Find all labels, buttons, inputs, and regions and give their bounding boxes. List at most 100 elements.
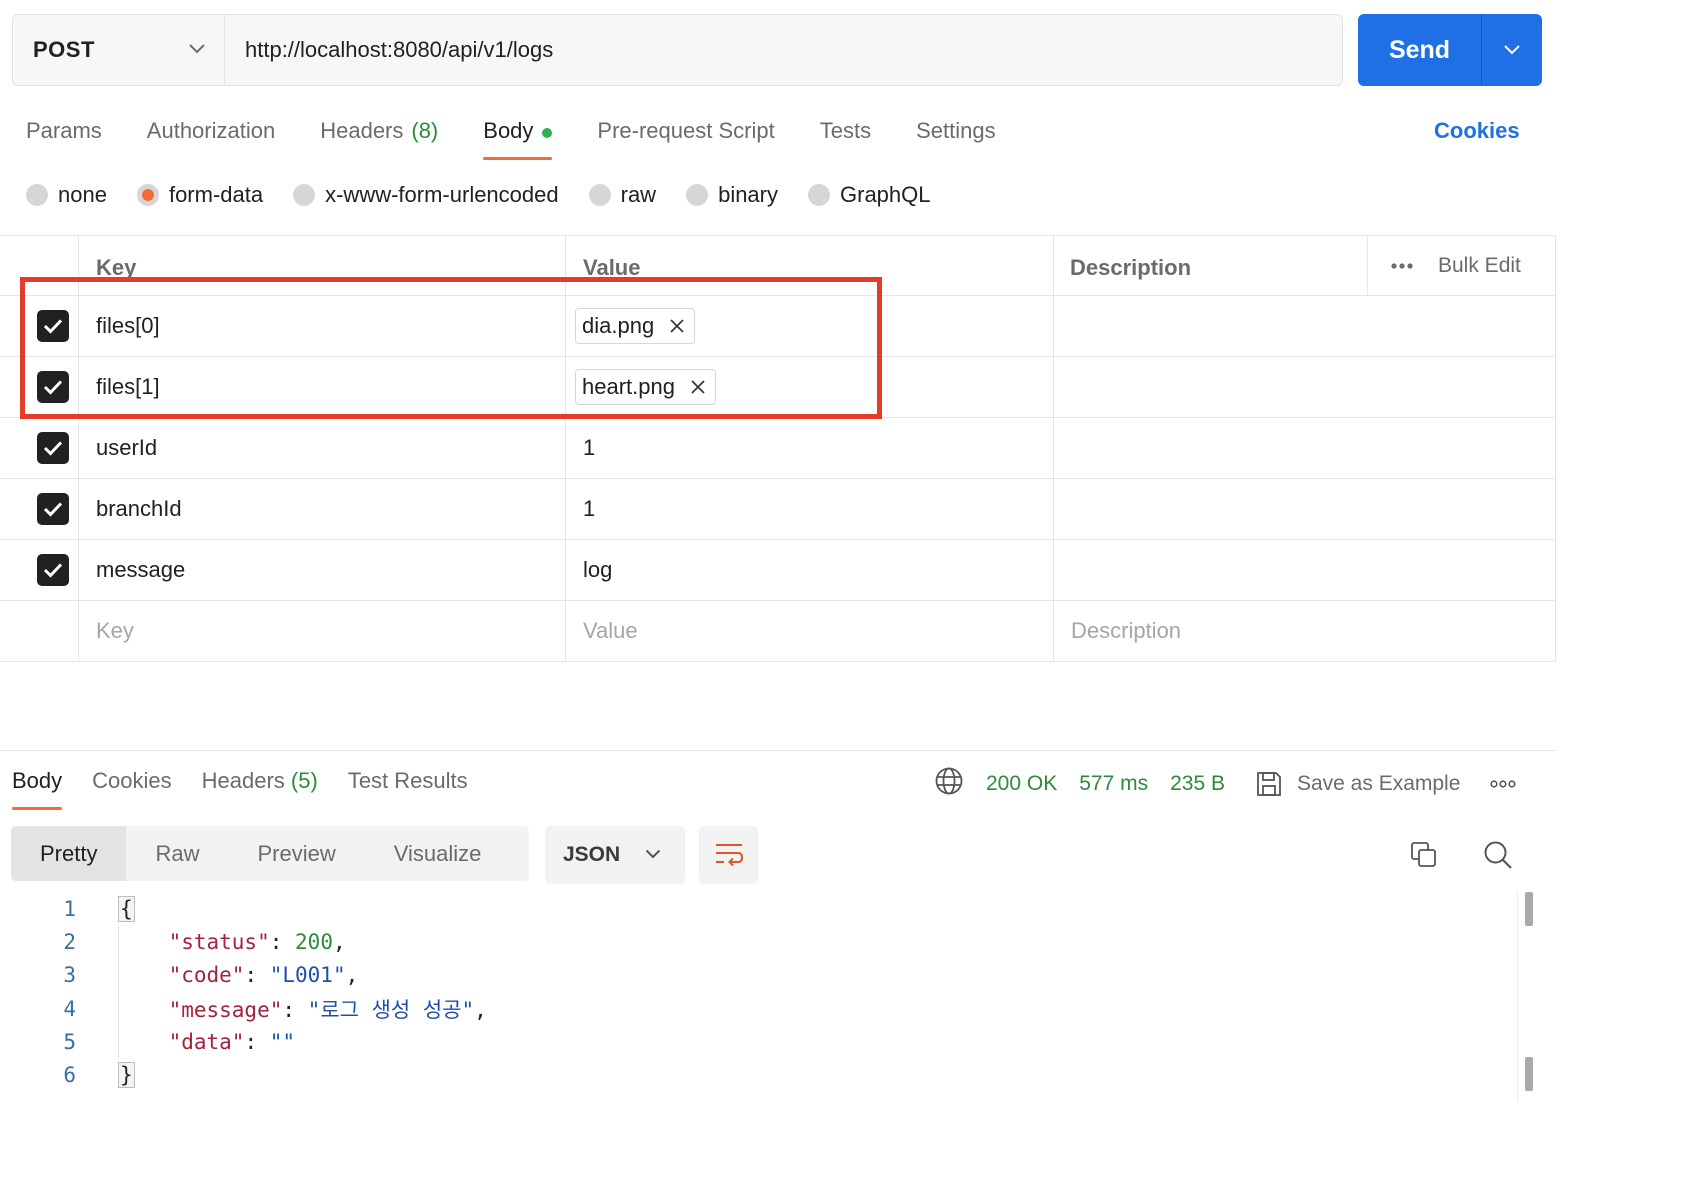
bulk-edit-area: Bulk Edit [1367, 236, 1556, 295]
tab-tests[interactable]: Tests [820, 112, 871, 160]
indent-guide [118, 926, 119, 1058]
radio-label: raw [620, 182, 657, 207]
tab-headers[interactable]: Headers (8) [320, 112, 438, 160]
save-icon [1255, 770, 1283, 798]
json-key: "code" [168, 963, 245, 988]
bulk-edit-button[interactable]: Bulk Edit [1438, 254, 1521, 278]
code-line: 1 { [0, 892, 1516, 925]
response-headers-count: (5) [290, 768, 318, 793]
send-button-group: Send [1358, 14, 1542, 86]
scrollbar-thumb[interactable] [1525, 892, 1533, 926]
tab-pre-request-script[interactable]: Pre-request Script [597, 112, 774, 160]
response-body-code[interactable]: 1 { 2 "status": 200, 3 "code": "L001", 4… [0, 892, 1516, 1092]
response-tab-body[interactable]: Body [12, 764, 63, 810]
row-key[interactable]: branchId [96, 479, 182, 539]
response-time[interactable]: 577 ms [1079, 772, 1148, 796]
line-number: 2 [63, 929, 76, 954]
code-line: 3 "code": "L001", [0, 959, 1516, 992]
radio-none[interactable]: none [26, 182, 107, 208]
chevron-down-icon [645, 849, 661, 859]
checkmark-icon [43, 502, 63, 517]
json-key: "status" [168, 929, 270, 954]
send-options-button[interactable] [1482, 14, 1542, 86]
search-icon[interactable] [1483, 840, 1513, 875]
checkmark-icon [43, 441, 63, 456]
wrap-lines-button[interactable] [699, 826, 758, 884]
radio-form-data[interactable]: form-data [136, 182, 264, 208]
radio-label: form-data [168, 182, 264, 207]
copy-icon[interactable] [1409, 840, 1439, 875]
row-checkbox[interactable] [37, 493, 69, 525]
radio-circle [588, 184, 611, 206]
view-pretty-button[interactable]: Pretty [11, 826, 127, 881]
tab-authorization[interactable]: Authorization [147, 112, 275, 160]
send-button[interactable]: Send [1358, 14, 1482, 86]
row-checkbox[interactable] [37, 432, 69, 464]
status-code[interactable]: 200 OK [986, 772, 1057, 796]
brace-open: { [118, 895, 135, 922]
json-value: 200 [295, 929, 333, 954]
view-raw-button[interactable]: Raw [126, 826, 228, 881]
wrap-lines-icon [715, 844, 743, 867]
tab-label: Cookies [92, 768, 172, 793]
row-value[interactable]: 1 [583, 418, 595, 478]
column-header-description: Description [1070, 254, 1192, 280]
save-as-example-button[interactable]: Save as Example [1297, 772, 1460, 796]
radio-circle [293, 184, 316, 206]
tab-label: Body [12, 768, 63, 793]
radio-circle-selected [136, 184, 159, 206]
url-input[interactable]: http://localhost:8080/api/v1/logs [224, 14, 1343, 86]
new-value-input[interactable]: Value [583, 601, 638, 661]
response-tab-test-results[interactable]: Test Results [348, 764, 468, 810]
view-preview-button[interactable]: Preview [228, 826, 364, 881]
json-key: "message" [168, 997, 283, 1022]
radio-label: binary [718, 182, 778, 207]
view-mode-group: Pretty Raw Preview Visualize [11, 826, 529, 881]
row-value[interactable]: 1 [583, 479, 595, 539]
code-text: "status": 200, [168, 929, 346, 954]
response-size[interactable]: 235 B [1170, 772, 1225, 796]
row-key[interactable]: userId [96, 418, 157, 478]
scrollbar-track[interactable] [1517, 892, 1518, 1102]
radio-binary[interactable]: binary [686, 182, 778, 208]
chevron-down-icon [189, 44, 205, 54]
more-options-icon[interactable] [1490, 780, 1517, 788]
radio-label: GraphQL [840, 182, 931, 207]
tab-label: Settings [916, 118, 996, 143]
new-description-input[interactable]: Description [1071, 601, 1181, 661]
code-line: 6 } [0, 1058, 1516, 1091]
more-options-icon[interactable] [1390, 262, 1414, 270]
response-tab-cookies[interactable]: Cookies [92, 764, 171, 810]
row-checkbox[interactable] [37, 554, 69, 586]
row-key[interactable]: message [96, 540, 185, 600]
format-select[interactable]: JSON [545, 826, 685, 884]
tab-body[interactable]: Body [483, 112, 553, 160]
headers-count: (8) [411, 118, 439, 143]
globe-icon[interactable] [934, 766, 964, 802]
tab-settings[interactable]: Settings [916, 112, 996, 160]
code-text: "data": "" [168, 1029, 296, 1054]
line-number: 5 [63, 1029, 76, 1054]
scrollbar-thumb[interactable] [1525, 1057, 1533, 1091]
json-value: "로그 생성 성공" [307, 997, 475, 1022]
radio-graphql[interactable]: GraphQL [808, 182, 931, 208]
radio-raw[interactable]: raw [588, 182, 657, 208]
panel-divider[interactable] [0, 750, 1556, 751]
brace-close: } [118, 1062, 135, 1089]
response-tab-headers[interactable]: Headers (5) [202, 764, 318, 810]
tab-params[interactable]: Params [26, 112, 102, 160]
new-key-input[interactable]: Key [96, 601, 134, 661]
table-row: message log [0, 540, 1556, 601]
row-value[interactable]: log [583, 540, 612, 600]
json-value: "L001" [269, 963, 346, 988]
format-label: JSON [563, 843, 621, 866]
tab-label: Tests [819, 118, 872, 143]
table-row: userId 1 [0, 418, 1556, 479]
radio-x-www-form-urlencoded[interactable]: x-www-form-urlencoded [293, 182, 559, 208]
table-row: branchId 1 [0, 479, 1556, 540]
method-select[interactable]: POST [12, 14, 224, 86]
request-tabs: Params Authorization Headers (8) Body Pre… [26, 112, 1041, 162]
tab-label: Params [26, 118, 102, 143]
view-visualize-button[interactable]: Visualize [365, 826, 511, 881]
cookies-link[interactable]: Cookies [1434, 118, 1520, 144]
